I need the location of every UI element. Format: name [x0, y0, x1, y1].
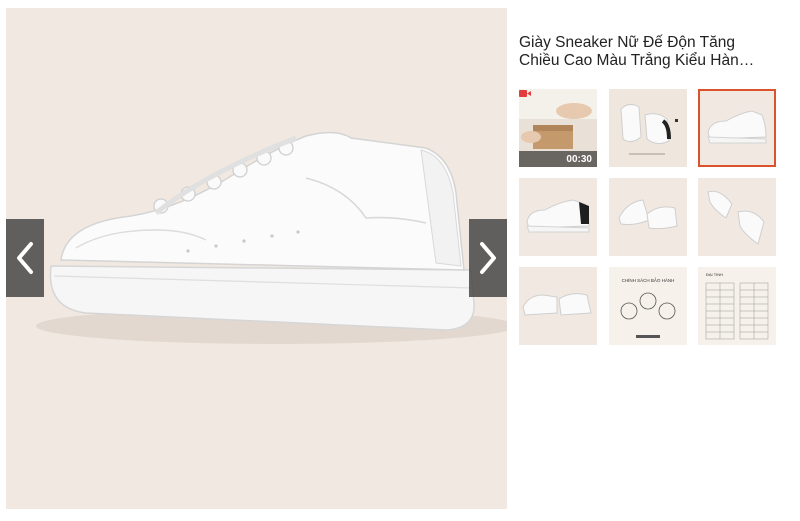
thumbnail-3-selected[interactable] [698, 89, 776, 167]
product-title: Giày Sneaker Nữ Đế Độn Tăng Chiều Cao Mà… [519, 34, 781, 70]
size-chart-logo: ĐẠI TINH [706, 272, 723, 277]
thumbnail-warranty-policy[interactable]: CHÍNH SÁCH BẢO HÀNH [609, 267, 687, 345]
sneaker-illustration [36, 131, 507, 344]
thumbnail-art: ĐẠI TINH [698, 267, 776, 345]
next-image-button[interactable] [469, 219, 507, 297]
thumbnail-4[interactable] [519, 178, 597, 256]
thumbnail-art [519, 178, 597, 256]
thumbnail-art [698, 178, 776, 256]
video-duration: 00:30 [566, 154, 592, 165]
thumbnail-art [519, 267, 597, 345]
main-product-image [6, 8, 507, 509]
policy-title: CHÍNH SÁCH BẢO HÀNH [622, 277, 675, 283]
video-camera-icon [519, 90, 531, 97]
product-title-line-1: Giày Sneaker Nữ Đế Độn Tăng [519, 34, 736, 51]
chevron-left-icon [17, 242, 33, 274]
thumbnail-art: CHÍNH SÁCH BẢO HÀNH [609, 267, 687, 345]
thumbnail-art [609, 178, 687, 256]
thumbnail-video[interactable]: 00:30 [519, 89, 597, 167]
thumbnail-art [609, 89, 687, 167]
product-title-line-2: Chiều Cao Màu Trắng Kiểu Hàn… [519, 52, 755, 69]
thumbnail-art [700, 91, 774, 165]
thumbnail-6[interactable] [698, 178, 776, 256]
thumbnail-5[interactable] [609, 178, 687, 256]
thumbnail-2[interactable] [609, 89, 687, 167]
chevron-right-icon [480, 242, 496, 274]
thumbnail-size-chart[interactable]: ĐẠI TINH [698, 267, 776, 345]
thumbnail-7[interactable] [519, 267, 597, 345]
previous-image-button[interactable] [6, 219, 44, 297]
